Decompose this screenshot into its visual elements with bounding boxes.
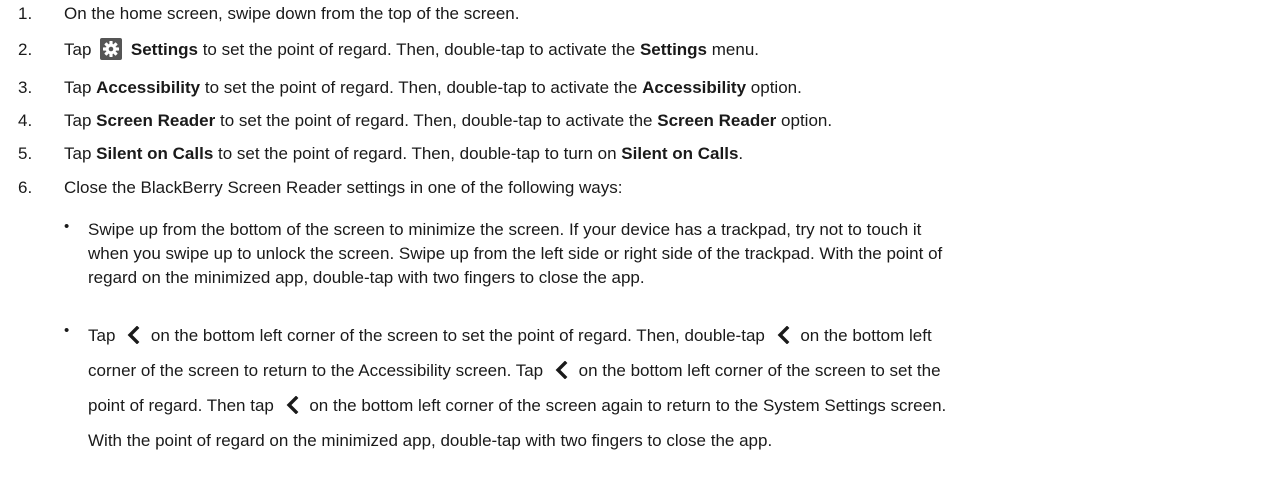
chevron-left-icon — [126, 323, 140, 355]
step-number: 5. — [18, 144, 33, 163]
bullet-text: Swipe up from the bottom of the screen t… — [88, 220, 943, 287]
gear-icon — [100, 38, 123, 60]
instructions-document: 1. On the home screen, swipe down from t… — [0, 0, 1269, 483]
chevron-left-icon — [285, 393, 299, 425]
chevron-left-icon — [554, 358, 568, 390]
step-number: 2. — [18, 40, 33, 59]
chevron-left-icon — [776, 323, 790, 355]
step-text: Close the BlackBerry Screen Reader setti… — [64, 178, 623, 197]
step-number: 1. — [18, 4, 33, 23]
step-text: Tap Silent on Calls to set the point of … — [64, 144, 744, 163]
step-text: Tap Screen Reader to set the point of re… — [64, 111, 833, 130]
step-text: Tap Accessibility to set the point of re… — [64, 78, 802, 97]
bullet-dot: • — [64, 218, 70, 235]
step-number: 6. — [18, 178, 33, 197]
step-text: On the home screen, swipe down from the … — [64, 4, 520, 23]
step-number: 3. — [18, 78, 33, 97]
step-number: 4. — [18, 111, 33, 130]
step-text: Tap Settings to set the point of regard.… — [64, 38, 759, 60]
bullet-text: Tap on the bottom left corner of the scr… — [88, 320, 1228, 457]
bullet-dot: • — [64, 322, 70, 339]
